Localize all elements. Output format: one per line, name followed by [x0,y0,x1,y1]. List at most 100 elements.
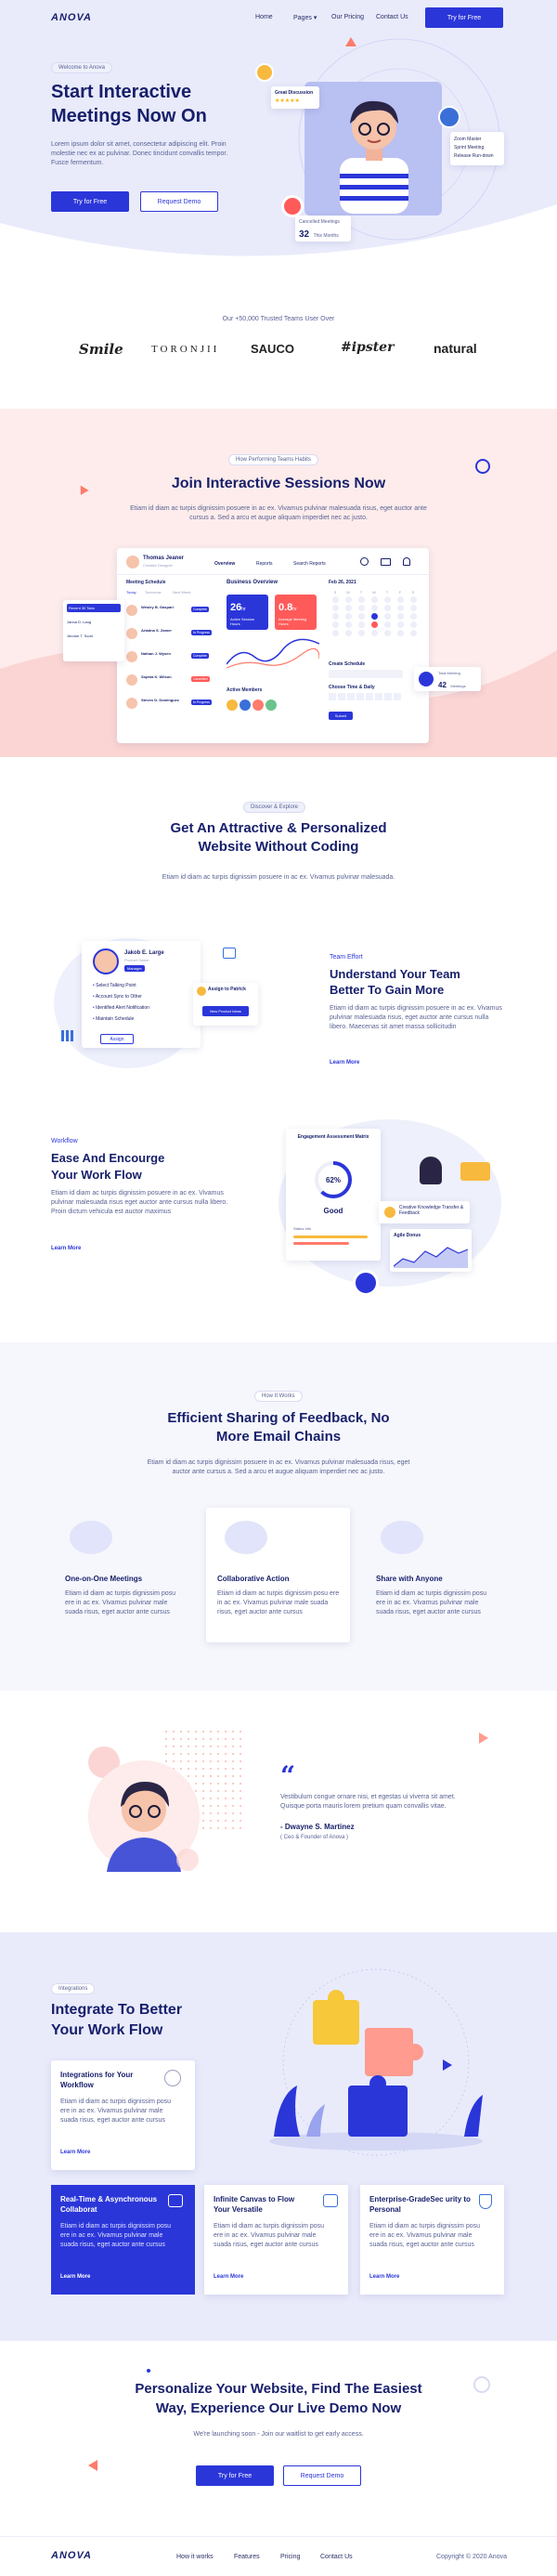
calendar-day[interactable] [383,630,391,636]
schedule-title: Meeting Schedule [126,580,166,585]
calendar-day[interactable] [344,605,352,611]
calendar-day[interactable] [396,596,404,603]
card-learn-more-link[interactable]: Learn More [60,2274,90,2280]
schedule-tab-tomorrow[interactable]: Tomorrow [145,590,162,595]
calendar-day[interactable] [344,621,352,628]
calendar-day[interactable] [344,630,352,636]
integration-icon [164,2070,181,2086]
card-learn-more-link[interactable]: Learn More [60,2150,90,2155]
footer-link-features[interactable]: Features [234,2554,260,2560]
calendar-day[interactable] [383,596,391,603]
calendar-day[interactable] [409,630,417,636]
hero-section: ANOVA Home Pages ▾ Our Pricing Contact U… [0,0,557,279]
stat-card-meeting-hours: 0.8hr Average Meeting Hours [275,595,317,630]
tab-reports[interactable]: Reports [256,561,273,567]
cta-try-free-button[interactable]: Try for Free [196,2465,274,2486]
nav-item-pages[interactable]: Pages ▾ [293,14,317,21]
nav-item-contact[interactable]: Contact Us [376,14,408,20]
calendar-day[interactable] [370,613,378,620]
workflow-description: Etiam id diam ac turpis dignissim posuer… [51,1190,228,1215]
calendar-day[interactable] [370,630,378,636]
calendar-day[interactable] [370,596,378,603]
status-badge: Complete [191,653,209,659]
cancelled-label: Cancelled Meetings [299,219,340,225]
tab-search-reports[interactable]: Search Reports [293,561,326,567]
calendar-day[interactable] [396,605,404,611]
schedule-input[interactable] [329,670,403,678]
calendar-day[interactable] [357,630,365,636]
attractive-section: Discover & Explore Get An Attractive & P… [0,757,557,1342]
calendar-day[interactable] [383,621,391,628]
calendar-day[interactable] [331,613,339,620]
talking-point-item[interactable]: • Select Talking Point [93,980,149,991]
footer-link-how-it-works[interactable]: How it works [176,2554,214,2560]
calendar-day[interactable] [331,605,339,611]
schedule-row[interactable]: Nathan J. Wysen Complete [126,648,214,669]
talking-point-item[interactable]: • Account Sync to Other [93,991,149,1002]
calendar-day[interactable] [357,613,365,620]
hero-try-free-button[interactable]: Try for Free [51,191,129,212]
team-learn-more-link[interactable]: Learn More [330,1060,359,1066]
search-icon[interactable] [360,557,369,566]
nav-item-pricing[interactable]: Our Pricing [331,14,364,20]
calendar-day[interactable] [331,621,339,628]
card-learn-more-link[interactable]: Learn More [214,2274,243,2280]
footer-link-contact[interactable]: Contact Us [320,2554,353,2560]
cta-request-demo-button[interactable]: Request Demo [283,2465,361,2486]
tab-overview[interactable]: Overview [214,561,235,567]
talking-point-item[interactable]: • Identified Alert Notification [93,1002,149,1013]
collaborate-icon [225,1521,267,1554]
talking-point-item[interactable]: • Maintain Schedule [93,1013,149,1025]
schedule-row[interactable]: Ariadna S. Zamer In Progress [126,625,214,646]
calendar-day[interactable] [409,613,417,620]
footer-logo[interactable]: ANOVA [51,2550,92,2561]
calendar-day[interactable] [344,596,352,603]
hero-badge: Welcome to Anova [51,62,112,73]
avatar [438,106,460,128]
calendar-day[interactable] [396,621,404,628]
schedule-row[interactable]: Wesley B. Gaspari Complete [126,602,214,622]
calendar-day[interactable] [409,621,417,628]
calendar-weekday: W [372,590,376,595]
status-info-label: Status Info [293,1226,312,1231]
calendar-day[interactable] [331,630,339,636]
schedule-row[interactable]: Steven D. Dominguez In Progress [126,695,214,715]
calendar-day[interactable] [357,596,365,603]
creative-transfer-card: Creative Knowledge Transfer & Feedback [379,1201,470,1223]
calendar-day[interactable] [409,605,417,611]
calendar-day[interactable] [383,605,391,611]
nav-item-home[interactable]: Home [255,14,273,20]
calendar-day[interactable] [331,596,339,603]
workflow-learn-more-link[interactable]: Learn More [51,1246,81,1251]
logo-smile: Smile [79,341,123,358]
footer-link-pricing[interactable]: Pricing [280,2554,300,2560]
schedule-tab-today[interactable]: Today [126,590,136,595]
calendar-day[interactable] [383,613,391,620]
sessions-description: Etiam id diam ac turpis dignissim posuer… [130,505,427,521]
create-schedule-title: Create Schedule [329,661,366,667]
calendar-day[interactable] [396,630,404,636]
assign-button[interactable]: Assign [100,1034,134,1044]
calendar-day[interactable] [370,621,378,628]
calendar-day[interactable] [357,621,365,628]
calendar-day[interactable] [357,605,365,611]
attractive-title-line2: Website Without Coding [198,839,359,855]
feature-description: Etiam id diam ac turpis dignissim posu e… [376,1590,487,1615]
calendar-day[interactable] [409,596,417,603]
footer-copyright: Copyright © 2020 Anova [436,2554,507,2560]
bell-icon[interactable] [403,557,410,566]
schedule-tab-next-week[interactable]: Next Week [173,590,191,595]
schedule-row[interactable]: Sophia K. Wilson Cancelled [126,672,214,692]
schedule-submit-button[interactable]: Submit [329,712,353,720]
calendar-day[interactable] [344,613,352,620]
mail-icon[interactable] [381,558,391,566]
new-product-ideas-button[interactable]: New Product Ideas [202,1006,249,1016]
integration-card-security: Enterprise-GradeSec urity to Personal Et… [360,2185,504,2295]
calendar-day[interactable] [370,605,378,611]
nav-try-free-button[interactable]: Try for Free [425,7,503,28]
calendar-day[interactable] [396,613,404,620]
nav-logo[interactable]: ANOVA [51,12,92,23]
card-learn-more-link[interactable]: Learn More [369,2274,399,2280]
hero-request-demo-button[interactable]: Request Demo [140,191,218,212]
time-slots[interactable] [329,693,403,700]
